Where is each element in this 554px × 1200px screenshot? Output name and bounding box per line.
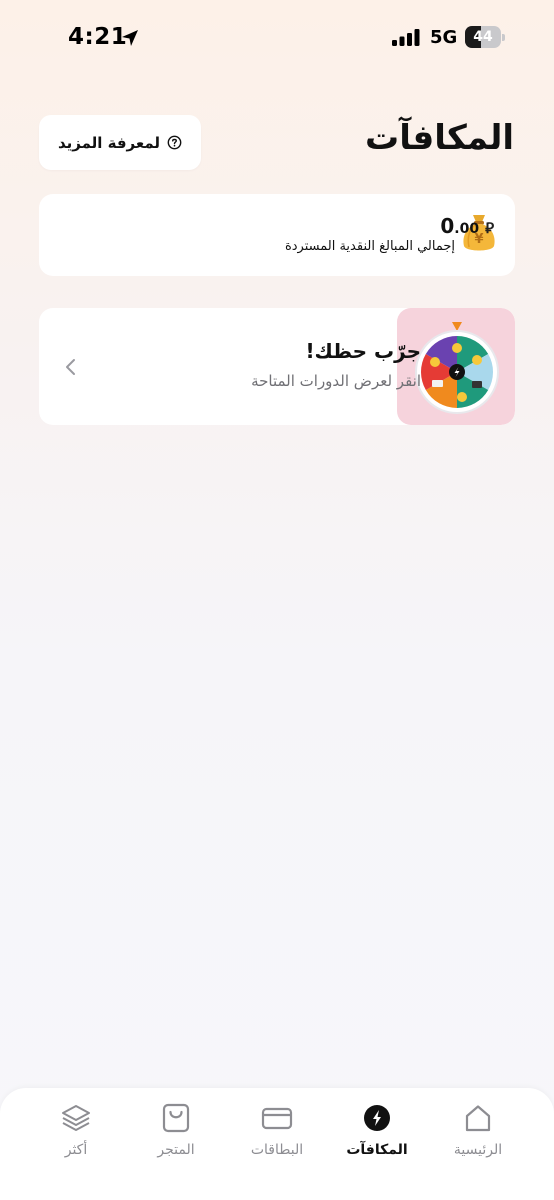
tab-home[interactable]: الرئيسية [428,1102,528,1172]
tab-cards-label: البطاقات [250,1142,304,1158]
tab-rewards-label: المكافآت [346,1142,408,1158]
currency-symbol: ⃁ [485,219,494,237]
shopping-bag-icon [162,1103,190,1133]
layers-icon [62,1105,90,1131]
tab-cards[interactable]: البطاقات [227,1102,327,1172]
status-time: 4:21 [68,24,128,50]
wheel-title: جرّب حظك! [305,339,421,363]
amount-integer: 0 [440,214,455,238]
cellular-signal-icon [392,29,420,46]
battery-icon: 44 [465,26,505,48]
tab-more[interactable]: أكثر [26,1102,126,1172]
network-type: 5G [430,27,458,48]
status-bar: 4:21 5G 44 [0,0,554,76]
cashback-amount: ⃁ 0.00 [440,214,494,238]
wheel-subtitle: انقر لعرض الدورات المتاحة [251,372,421,390]
battery-level: 44 [473,29,493,45]
tab-store-label: المتجر [157,1142,195,1158]
location-arrow-icon [122,30,138,46]
tab-more-label: أكثر [64,1142,88,1158]
spin-wheel-card[interactable] [39,308,515,425]
tab-home-label: الرئيسية [453,1142,503,1158]
tab-store[interactable]: المتجر [126,1102,226,1172]
page-title: المكافآت [365,118,514,158]
cashback-label: إجمالي المبالغ النقدية المستردة [284,239,455,254]
tab-bar: الرئيسية المكافآت البطاقات المتجر أكثر [0,1088,554,1200]
learn-more-label: لمعرفة المزيد [57,133,161,152]
prize-wheel-icon [415,322,499,414]
learn-more-button[interactable]: لمعرفة المزيد [39,115,201,170]
amount-decimal: .00 [454,221,480,237]
chevron-left-icon[interactable] [64,357,78,377]
wheel-thumbnail [397,308,515,425]
home-icon [465,1105,491,1132]
question-circle-icon [167,135,182,150]
card-icon [261,1107,293,1130]
tab-rewards[interactable]: المكافآت [327,1102,427,1172]
rewards-icon [364,1105,390,1131]
